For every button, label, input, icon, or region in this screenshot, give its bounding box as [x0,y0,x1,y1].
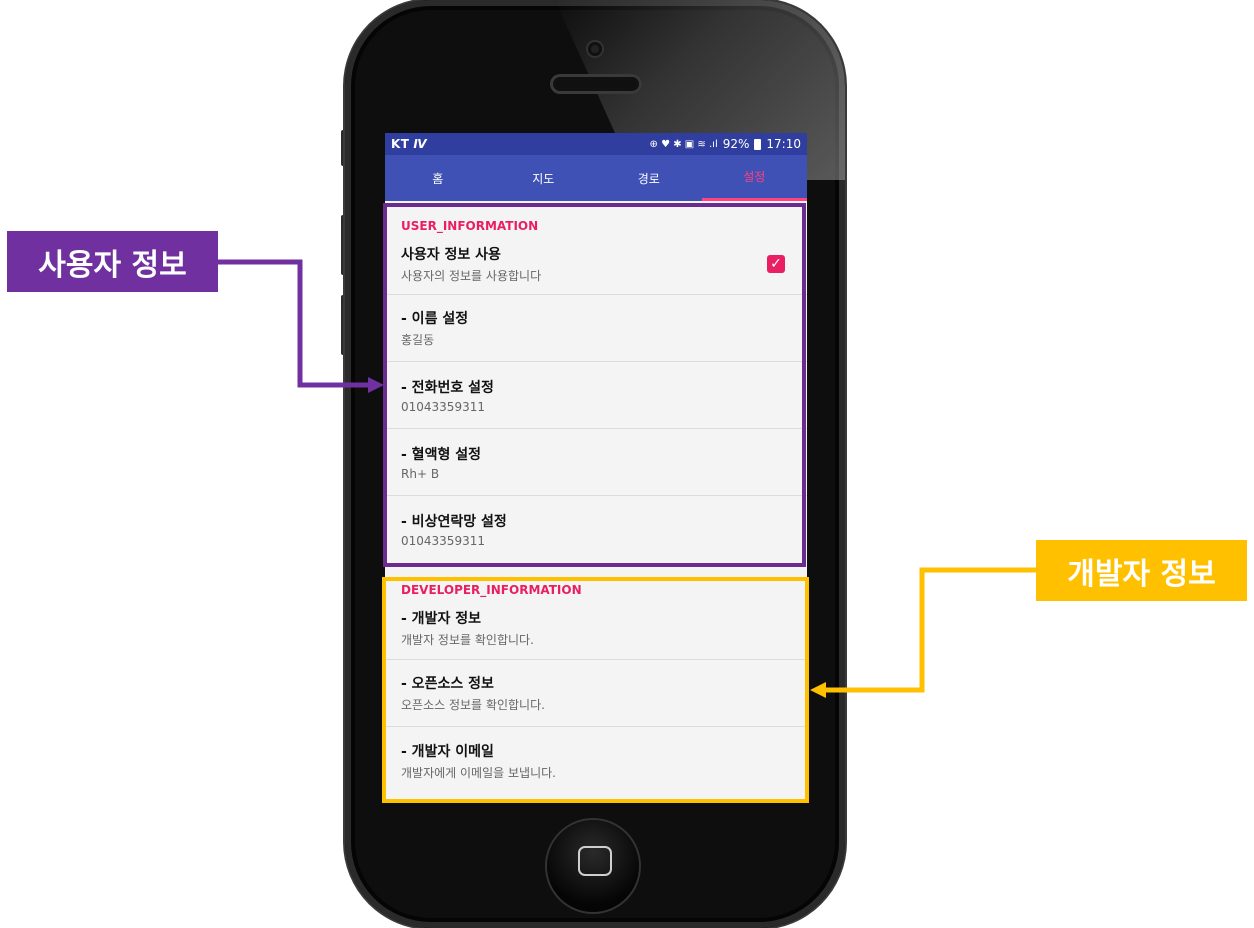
tab-route[interactable]: 경로 [596,155,702,201]
status-bar: KT Ⅳ ⊕ ♥ ✱ ▣ ≋ .ıl 92% 17:10 [385,133,807,155]
callout-user-info: 사용자 정보 [7,231,218,292]
tab-bar: 홈 지도 경로 설정 [385,155,807,201]
callout-developer-info: 개발자 정보 [1036,540,1247,601]
developer-info-highlight-box [382,577,809,803]
battery-icon [754,138,762,150]
tab-home[interactable]: 홈 [385,155,491,201]
carrier-label: KT Ⅳ [391,137,427,151]
front-camera-icon [588,42,602,56]
home-square-icon [578,846,612,876]
clock: 17:10 [766,137,801,151]
developer-connector-line [826,567,1036,693]
tab-map[interactable]: 지도 [491,155,597,201]
battery-level: 92% [722,137,750,151]
status-icons: ⊕ ♥ ✱ ▣ ≋ .ıl 92% 17:10 [650,137,801,151]
user-info-highlight-box [383,203,806,567]
status-icons-glyphs: ⊕ ♥ ✱ ▣ ≋ .ıl [649,138,718,150]
earpiece-speaker [550,74,642,94]
tab-settings[interactable]: 설정 [701,155,807,201]
